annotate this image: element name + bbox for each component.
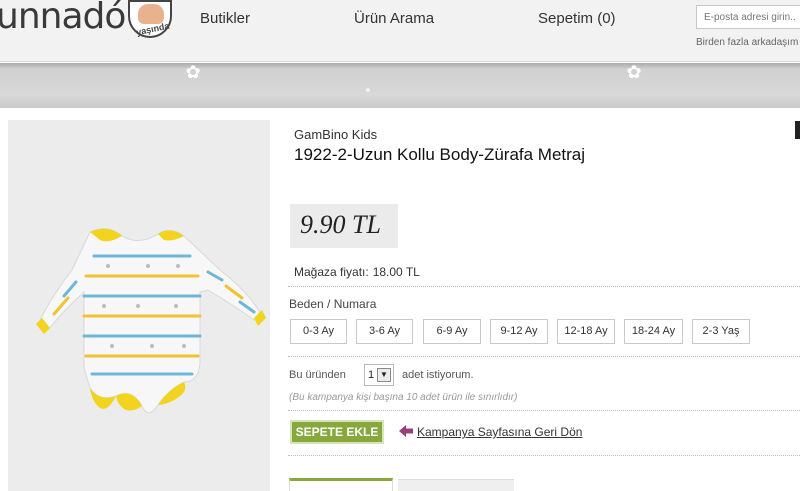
product-title: 1922-2-Uzun Kollu Body-Zürafa Metraj	[294, 145, 586, 164]
tab-inactive[interactable]	[398, 479, 514, 491]
chevron-down-icon[interactable]: ▼	[377, 368, 391, 382]
back-to-campaign-link[interactable]: Kampanya Sayfasına Geri Dön	[417, 425, 582, 439]
product-brand: GamBino Kids	[294, 127, 378, 142]
email-input[interactable]	[696, 5, 800, 29]
quantity-value: 1	[368, 369, 375, 381]
decor-dot	[366, 88, 370, 92]
logo-wordmark: unnadó	[0, 0, 126, 37]
limit-note: (Bu kampanya kişi başına 10 adet ürün il…	[289, 392, 518, 403]
divider	[288, 286, 800, 287]
size-option-3-6[interactable]: 3-6 Ay	[356, 319, 413, 344]
divider	[288, 356, 800, 357]
email-note: Birden fazla arkadaşım	[696, 37, 799, 48]
size-option-2-3-yas[interactable]: 2-3 Yaş	[692, 319, 750, 344]
scroll-marker	[795, 121, 800, 139]
store-price-label: Mağaza fiyatı:	[294, 265, 369, 279]
nav-butikler[interactable]: Butikler	[200, 10, 250, 27]
size-option-6-9[interactable]: 6-9 Ay	[423, 319, 481, 344]
size-option-0-3[interactable]: 0-3 Ay	[290, 319, 347, 344]
quantity-suffix: adet istiyorum.	[402, 369, 474, 381]
size-option-18-24[interactable]: 18-24 Ay	[624, 319, 683, 344]
nav-urun-arama[interactable]: Ürün Arama	[354, 10, 434, 27]
quantity-prefix: Bu üründen	[289, 369, 346, 381]
nav-sepetim[interactable]: Sepetim (0)	[538, 10, 616, 27]
arrow-left-icon[interactable]	[398, 424, 414, 438]
flower-icon: ✿	[626, 62, 642, 82]
header-band	[0, 63, 800, 108]
quantity-select[interactable]: 1 ▼	[364, 364, 394, 386]
site-header: unnadó yaşında Butikler Ürün Arama Sepet…	[0, 0, 800, 62]
size-option-9-12[interactable]: 9-12 Ay	[490, 319, 548, 344]
divider	[288, 410, 800, 411]
product-price: 9.90 TL	[300, 210, 381, 239]
site-logo[interactable]: unnadó yaşında	[0, 0, 172, 44]
product-image[interactable]	[8, 120, 270, 491]
add-to-cart-button[interactable]: SEPETE EKLE	[290, 420, 384, 444]
store-price: Mağaza fiyatı: 18.00 TL	[294, 265, 420, 279]
hand-icon	[138, 4, 164, 24]
product-image-panel	[8, 120, 270, 491]
divider	[288, 455, 800, 456]
header-band-shadow	[0, 63, 800, 69]
store-price-value: 18.00 TL	[372, 265, 420, 279]
tab-active[interactable]	[289, 478, 393, 491]
price-box: 9.90 TL	[290, 204, 398, 248]
flower-icon: ✿	[185, 62, 201, 82]
size-option-12-18[interactable]: 12-18 Ay	[557, 319, 615, 344]
size-label: Beden / Numara	[289, 297, 377, 311]
